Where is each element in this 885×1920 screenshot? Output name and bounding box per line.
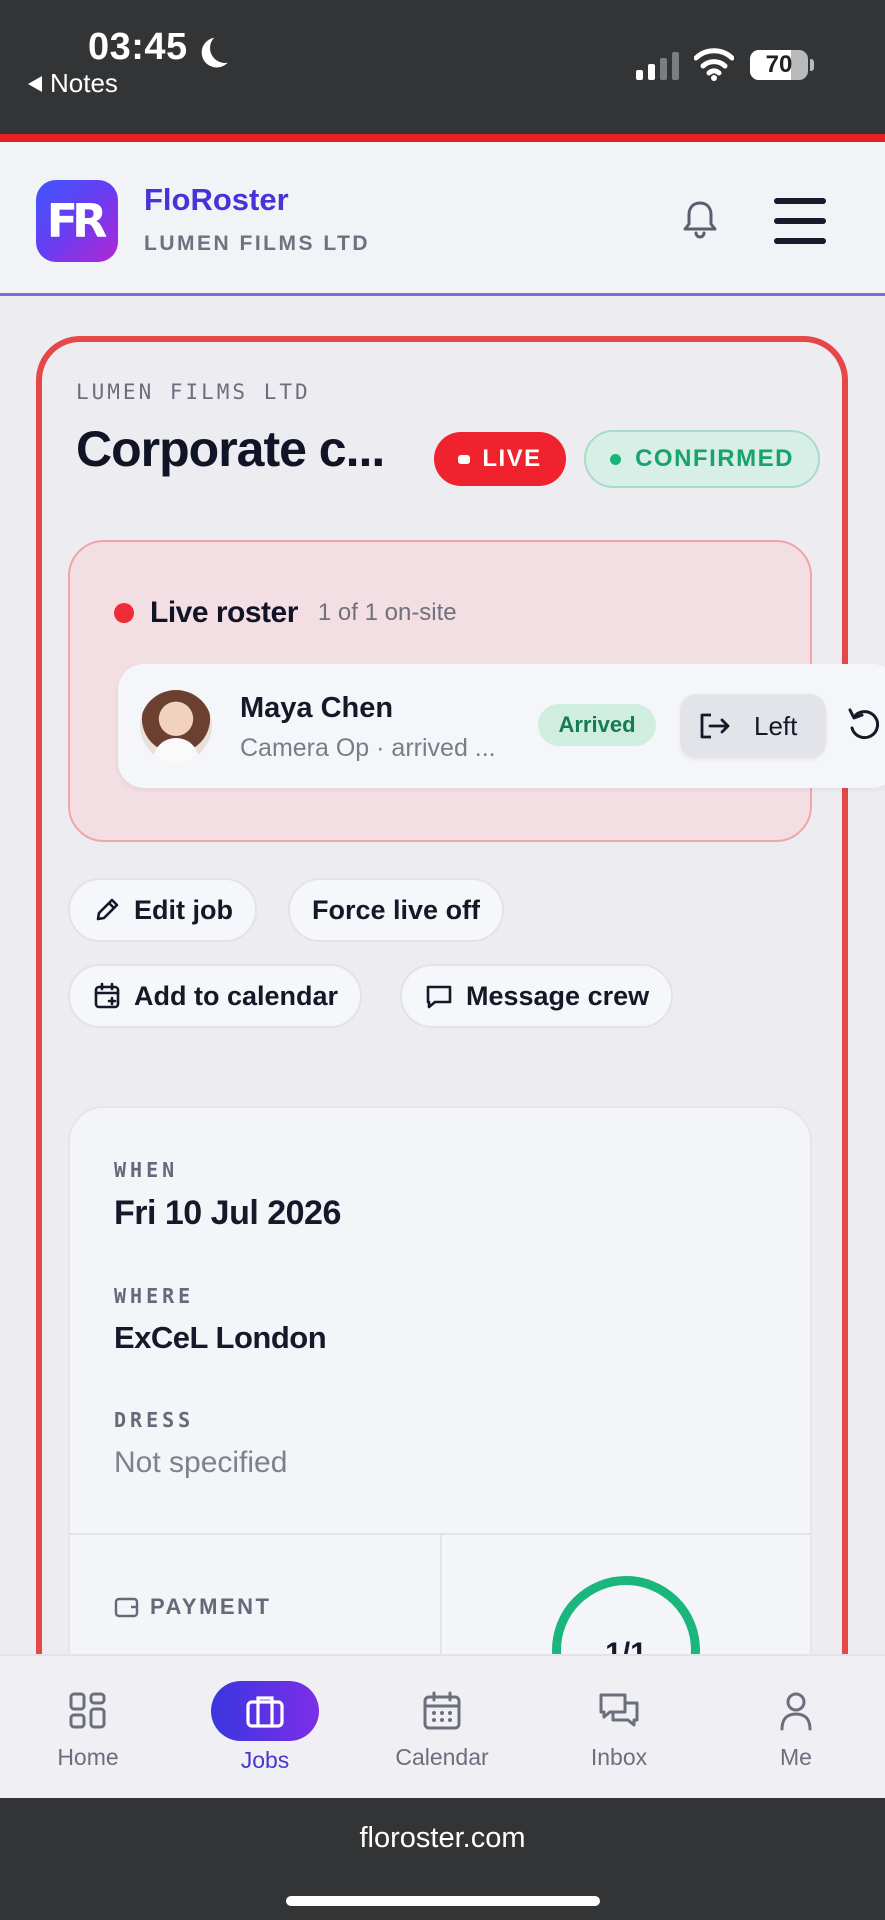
wifi-icon: [694, 48, 734, 81]
job-title: Corporate c...: [76, 421, 385, 477]
home-indicator[interactable]: [286, 1896, 600, 1906]
briefcase-icon: [246, 1696, 284, 1728]
calendar-icon: [423, 1691, 461, 1730]
crew-row[interactable]: Maya Chen Camera Op · arrived ... Arrive…: [118, 664, 885, 788]
time-text: 03:45: [88, 26, 188, 68]
payment-section-label: PAYMENT: [114, 1594, 271, 1620]
message-icon: [426, 985, 452, 1009]
nav-home[interactable]: Home: [13, 1676, 163, 1786]
undo-icon[interactable]: [846, 706, 880, 742]
battery-tip: [810, 59, 814, 71]
wallet-icon: [114, 1597, 139, 1618]
cellular-signal-icon: [636, 52, 679, 80]
bottom-navigation: Home Jobs Calendar Inbox Me: [0, 1654, 885, 1798]
back-label: Notes: [50, 68, 118, 98]
job-org-label: LUMEN FILMS LTD: [76, 380, 311, 404]
arrived-badge: Arrived: [538, 704, 656, 746]
mark-left-button[interactable]: Left: [680, 694, 826, 758]
add-to-calendar-label: Add to calendar: [134, 980, 339, 1011]
avatar: [140, 690, 212, 762]
bell-icon[interactable]: [680, 197, 720, 241]
status-badge: CONFIRMED: [584, 430, 820, 488]
calendar-add-icon: [94, 982, 120, 1009]
back-arrow-icon: [28, 75, 42, 92]
nav-jobs-pill: [211, 1681, 319, 1741]
browser-bar: floroster.com: [0, 1798, 885, 1920]
exit-icon: [700, 713, 730, 739]
grid-icon: [69, 1692, 106, 1729]
add-to-calendar-button[interactable]: Add to calendar: [68, 964, 363, 1028]
organization-name: LUMEN FILMS LTD: [144, 232, 371, 255]
url-text[interactable]: floroster.com: [0, 1822, 885, 1855]
nav-calendar[interactable]: Calendar: [367, 1676, 517, 1786]
live-dot-icon: [458, 454, 471, 464]
when-value: Fri 10 Jul 2026: [114, 1194, 341, 1232]
nav-me-label: Me: [780, 1744, 812, 1770]
crew-role: Camera Op · arrived ...: [240, 734, 496, 762]
person-icon: [780, 1692, 812, 1731]
where-value: ExCeL London: [114, 1320, 327, 1355]
mark-left-label: Left: [754, 710, 798, 741]
live-indicator-bar: [0, 134, 885, 142]
edit-job-label: Edit job: [134, 894, 233, 925]
dress-value: Not specified: [114, 1446, 288, 1479]
battery-icon: 70: [750, 50, 808, 80]
recording-dot-icon: [114, 603, 134, 623]
on-site-count: 1 of 1 on-site: [317, 599, 457, 626]
status-time: 03:45: [88, 26, 228, 69]
crew-name: Maya Chen: [240, 692, 394, 724]
moon-icon: [207, 30, 242, 65]
live-roster-header: Live roster 1 of 1 on-site: [114, 596, 457, 630]
nav-home-label: Home: [57, 1744, 119, 1770]
status-dot-icon: [610, 453, 622, 465]
live-badge: LIVE: [434, 432, 566, 486]
nav-calendar-label: Calendar: [395, 1744, 489, 1770]
status-bar: 03:45 Notes 70: [0, 0, 885, 134]
where-label: WHERE: [114, 1284, 195, 1308]
nav-me[interactable]: Me: [721, 1676, 871, 1786]
floroster-logo[interactable]: FR: [36, 180, 118, 262]
message-crew-label: Message crew: [466, 980, 650, 1011]
battery-percent: 70: [765, 51, 793, 78]
when-label: WHEN: [114, 1158, 179, 1182]
pencil-icon: [96, 898, 119, 921]
nav-inbox-label: Inbox: [590, 1744, 648, 1770]
nav-inbox[interactable]: Inbox: [544, 1676, 694, 1786]
live-badge-label: LIVE: [482, 445, 542, 472]
job-card: LUMEN FILMS LTD Corporate c... LIVE CONF…: [36, 336, 848, 1806]
force-live-off-label: Force live off: [312, 894, 481, 925]
nav-jobs-label: Jobs: [240, 1747, 290, 1773]
edit-job-button[interactable]: Edit job: [68, 878, 257, 942]
payment-label: PAYMENT: [150, 1594, 272, 1619]
live-roster-title: Live roster: [150, 596, 298, 629]
message-crew-button[interactable]: Message crew: [400, 964, 674, 1028]
back-to-notes-link[interactable]: Notes: [28, 68, 118, 99]
force-live-off-button[interactable]: Force live off: [288, 878, 505, 942]
dress-label: DRESS: [114, 1408, 195, 1432]
chat-icon: [599, 1693, 639, 1727]
app-header: FR FloRoster LUMEN FILMS LTD: [0, 142, 885, 296]
status-badge-label: CONFIRMED: [635, 445, 794, 472]
brand-name: FloRoster: [144, 182, 289, 217]
hamburger-menu-icon[interactable]: [774, 198, 826, 244]
nav-jobs[interactable]: Jobs: [190, 1676, 340, 1786]
